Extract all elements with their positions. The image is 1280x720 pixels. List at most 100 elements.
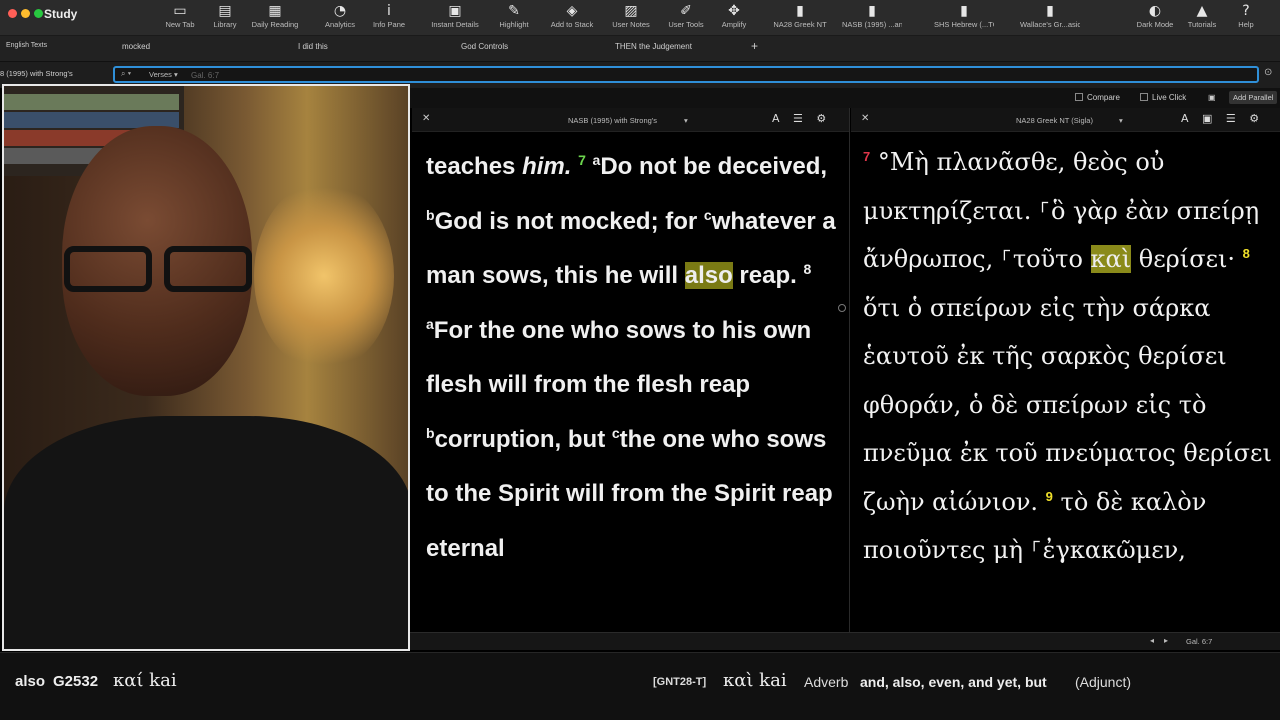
tab-i-did-this[interactable]: I did this (298, 42, 328, 51)
glasses (54, 246, 254, 294)
amplify-icon: ✥ (728, 3, 740, 19)
greek-panel-header: ✕ NA28 Greek NT (Sigla) ▾ A ▣ ☰ ⚙ (851, 108, 1280, 132)
footnote-marker: c (611, 424, 620, 441)
toolbar-instant-details-button[interactable]: ▣ Instant Details (425, 2, 485, 29)
chevron-down-icon[interactable]: ▾ (1119, 116, 1123, 125)
toolbar-label: NASB (1995) ...ang's (842, 20, 902, 29)
english-verse-text[interactable]: teaches him. 7 aDo not be deceived, bGod… (426, 140, 836, 576)
book-wallace-icon: ▮ (1046, 3, 1054, 19)
verse-number: 8 (803, 261, 812, 277)
verse-number: 8 (1242, 246, 1250, 261)
greek-panel-title[interactable]: NA28 Greek NT (Sigla) (1016, 116, 1093, 125)
close-panel-icon[interactable]: ✕ (422, 113, 430, 124)
close-window-button[interactable] (8, 9, 17, 18)
toolbar-notes-button[interactable]: ▨ User Notes (601, 2, 661, 29)
compare-checkbox[interactable]: Compare (1075, 93, 1120, 102)
minimize-window-button[interactable] (21, 9, 30, 18)
footnote-marker: a (426, 315, 434, 332)
toolbar-label: Daily Reading (251, 20, 299, 29)
english-panel-title[interactable]: NASB (1995) with Strong's (568, 116, 657, 125)
instant-details-bar: also G2532 καί kai [GNT28-T] καὶ kai Adv… (0, 652, 1280, 720)
tab-bar: English Texts mocked I did this God Cont… (0, 36, 1280, 62)
verse-number: 7 (578, 152, 586, 168)
toolbar-info-button[interactable]: i Info Pane (359, 2, 419, 29)
toolbar-label: SHS Hebrew (...TCBC) (934, 20, 994, 29)
instant-details-icon: ▣ (448, 3, 462, 19)
toolbar-label: Help (1238, 20, 1254, 29)
tab-god-controls[interactable]: God Controls (461, 42, 508, 51)
toolbar-label: Highlight (499, 20, 529, 29)
prev-next-arrows[interactable]: ◂▸ (1150, 636, 1178, 645)
selected-word: also (15, 673, 46, 690)
toolbar-book-na28-button[interactable]: ▮ NA28 Greek NT (770, 2, 830, 29)
strongs-number[interactable]: G2532 (53, 673, 98, 690)
search-mode-dropdown[interactable]: Verses ▾ (149, 70, 178, 79)
presenter-shirt (4, 416, 408, 649)
notes-icon: ▨ (624, 3, 638, 19)
highlighter-icon: ✎ (508, 3, 520, 19)
book-nasb-icon: ▮ (868, 3, 876, 19)
toolbar-label: Amplify (721, 20, 747, 29)
greek-text-panel: ✕ NA28 Greek NT (Sigla) ▾ A ▣ ☰ ⚙ 7 °Μὴ … (851, 108, 1280, 632)
calendar-icon: ▦ (268, 3, 282, 19)
search-bar[interactable]: ⌕ ▾ Verses ▾ (113, 66, 1259, 83)
zoom-window-button[interactable] (34, 9, 43, 18)
search-options-icon[interactable]: ⊙ (1264, 67, 1272, 78)
tab-mocked[interactable]: mocked (122, 42, 150, 51)
toolbar-amplify-button[interactable]: ✥ Amplify (704, 2, 764, 29)
highlighted-word: also (684, 262, 733, 289)
new-tab-plus-icon[interactable]: + (751, 39, 758, 53)
book-na28-icon: ▮ (796, 3, 804, 19)
app-title: Study (44, 7, 78, 21)
toolbar-book-wallace-button[interactable]: ▮ Wallace's Gr...asics (1020, 2, 1080, 29)
panel-splitter-handle[interactable] (838, 304, 846, 312)
toolbar-calendar-button[interactable]: ▦ Daily Reading (245, 2, 305, 29)
toolbar-label: User Notes (612, 20, 650, 29)
lemma: καὶ kai (723, 670, 787, 691)
toolbar-book-hebrew-button[interactable]: ▮SHS Hebrew (...TCBC) (934, 2, 994, 29)
help-icon: ? (1242, 3, 1250, 19)
chevron-down-icon[interactable]: ▾ (684, 116, 688, 125)
lamp-glow (254, 181, 394, 371)
highlighted-word: καὶ (1090, 245, 1132, 273)
webcam-overlay (2, 84, 410, 651)
panel-tools-icons[interactable]: A ▣ ☰ ⚙ (1181, 112, 1264, 125)
search-input[interactable] (191, 69, 1241, 81)
search-icon[interactable]: ⌕ ▾ (121, 69, 131, 79)
live-click-checkbox[interactable]: Live Click (1140, 93, 1186, 102)
toolbar-label: Add to Stack (550, 20, 594, 29)
toolbar-help-button[interactable]: ? Help (1216, 2, 1276, 29)
tab-english-texts[interactable]: English Texts (6, 42, 47, 49)
english-text-panel: ✕ NASB (1995) with Strong's ▾ A ☰ ⚙ teac… (412, 108, 850, 632)
footnote-marker: c (703, 206, 712, 223)
top-toolbar: Study ▭ New Tab ▤ Library ▦ Daily Reading ◔ Ana… (0, 0, 1280, 36)
tab-then-the-judgement[interactable]: THEN the Judgement (615, 42, 692, 51)
toolbar-label: Wallace's Gr...asics (1020, 20, 1080, 29)
close-panel-icon[interactable]: ✕ (861, 113, 869, 124)
info-icon: i (387, 3, 391, 19)
source-tag: [GNT28-T] (653, 676, 707, 688)
part-of-speech: Adverb (804, 674, 849, 690)
verse-number: 9 (1045, 488, 1053, 504)
book-hebrew-icon: ▮ (960, 3, 968, 19)
toolbar-book-nasb-button[interactable]: ▮NASB (1995) ...ang's (842, 2, 902, 29)
toolbar-label: Instant Details (431, 20, 479, 29)
toolbar-stack-button[interactable]: ◈ Add to Stack (542, 2, 602, 29)
window-layout-icon[interactable]: ▣ (1208, 93, 1216, 102)
resource-selector[interactable]: 8 (1995) with Strong's (0, 69, 73, 78)
footnote-marker: b (426, 424, 435, 441)
stack-icon: ◈ (566, 3, 578, 19)
panel-tools-icons[interactable]: A ☰ ⚙ (772, 112, 831, 125)
strongs-greek: καί kai (113, 670, 177, 691)
panel-status-bar: ◂▸ Gal. 6:7 (410, 632, 1280, 650)
add-parallel-button[interactable]: Add Parallel (1229, 91, 1278, 104)
english-panel-header: ✕ NASB (1995) with Strong's ▾ A ☰ ⚙ (412, 108, 849, 132)
greek-verse-text[interactable]: 7 °Μὴ πλανᾶσθε, θεὸς οὐ μυκτηρίζεται. ⸀ὃ… (863, 138, 1273, 575)
gloss: and, also, even, and yet, but (860, 674, 1047, 690)
options-row: Compare Live Click ▣ Add Parallel (410, 88, 1280, 108)
toolbar-highlighter-button[interactable]: ✎ Highlight (484, 2, 544, 29)
toolbar-label: NA28 Greek NT (773, 20, 827, 29)
current-reference[interactable]: Gal. 6:7 (1186, 637, 1212, 646)
syntax-role: (Adjunct) (1075, 674, 1132, 690)
toolbar-label: Info Pane (372, 20, 406, 29)
